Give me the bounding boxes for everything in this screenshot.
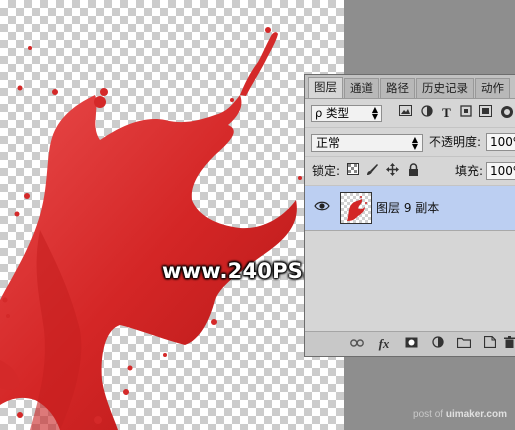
blend-mode-value: 正常 [316, 136, 341, 150]
new-layer-icon[interactable] [482, 335, 498, 352]
layer-thumbnail[interactable] [340, 192, 372, 224]
fx-icon[interactable]: fx [376, 336, 392, 352]
document-canvas[interactable]: www.240PS.com [0, 0, 360, 430]
layer-kind-value: 类型 [325, 106, 349, 120]
adjustment-filter-icon[interactable] [418, 105, 435, 122]
tab-layers[interactable]: 图层 [308, 77, 343, 98]
link-icon[interactable] [349, 336, 365, 352]
tab-history[interactable]: 历史记录 [416, 78, 474, 98]
lock-label: 锁定: [312, 164, 341, 178]
tab-paths[interactable]: 路径 [380, 78, 415, 98]
blend-mode-select[interactable]: 正常 ▲ ▼ [311, 134, 423, 152]
layers-panel-footer: fx [305, 331, 515, 356]
credit-text: post of uimaker.com [413, 409, 507, 420]
fill-label: 填充: [455, 164, 484, 178]
select-arrows-icon: ▲ ▼ [411, 135, 418, 151]
tab-channels[interactable]: 通道 [344, 78, 379, 98]
layer-name[interactable]: 图层 9 副本 [376, 199, 439, 216]
tab-actions[interactable]: 动作 [475, 78, 510, 98]
smart-object-filter-icon[interactable] [477, 105, 494, 122]
image-filter-icon[interactable] [397, 105, 414, 122]
search-icon: ρ [315, 106, 323, 120]
trash-icon[interactable] [503, 336, 515, 352]
lock-transparent-pixels-icon[interactable] [345, 163, 360, 179]
blend-opacity-row: 正常 ▲▼ 不透明度: 100% [305, 128, 515, 157]
lock-position-move-icon[interactable] [385, 163, 400, 179]
panel-tab-bar: 图层 通道 路径 历史记录 动作 [305, 75, 515, 99]
lock-fill-row: 锁定: 填充: 100% [305, 157, 515, 186]
filter-row: ρ 类型 ▲ ▼ T [305, 99, 515, 128]
layer-row[interactable]: 图层 9 副本 [305, 186, 515, 231]
mask-icon[interactable] [403, 336, 419, 352]
opacity-label: 不透明度: [429, 135, 482, 149]
layer-kind-filter-select[interactable]: ρ 类型 ▲ ▼ [311, 105, 382, 122]
opacity-input[interactable]: 100% [486, 133, 515, 151]
select-arrows-icon: ▲ ▼ [371, 105, 378, 121]
layers-panel: 图层 通道 路径 历史记录 动作 ρ 类型 ▲ ▼ T 正常 ▲ ▼ 不透明度:… [304, 74, 515, 357]
group-folder-icon[interactable] [456, 336, 472, 352]
shape-filter-icon[interactable] [457, 105, 474, 122]
filter-toggle-icon[interactable] [498, 105, 515, 122]
lock-image-pixels-brush-icon[interactable] [365, 163, 380, 179]
adjustment-icon[interactable] [430, 336, 446, 352]
type-filter-icon[interactable]: T [438, 105, 455, 122]
fill-input[interactable]: 100% [486, 162, 515, 180]
visibility-eye-icon[interactable] [314, 200, 330, 214]
red-paint-splash-image [0, 27, 302, 430]
lock-all-padlock-icon[interactable] [406, 163, 421, 179]
